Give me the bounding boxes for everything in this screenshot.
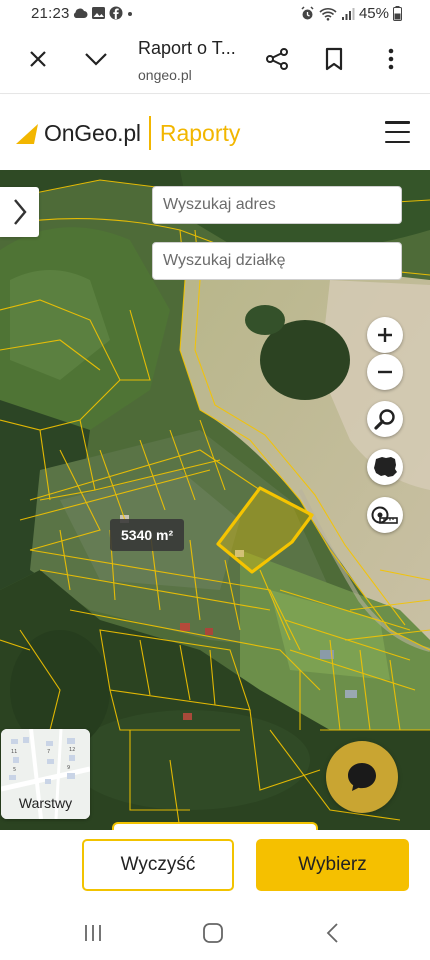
- browser-toolbar: Raport o T... ongeo.pl: [0, 28, 430, 94]
- battery-icon: [393, 6, 402, 21]
- country-view-button[interactable]: [367, 449, 403, 485]
- signal-icon: [341, 7, 355, 20]
- svg-text:5: 5: [13, 767, 16, 773]
- tab-title: Raport o T...: [138, 38, 236, 58]
- page-url[interactable]: ongeo.pl: [138, 67, 192, 83]
- logo-mark-icon: [16, 124, 38, 144]
- action-bar: Wyczyść Wybierz: [0, 830, 430, 905]
- svg-text:12: 12: [69, 747, 75, 753]
- layers-button[interactable]: 11 7 12 5 9 Warstwy: [1, 729, 90, 819]
- home-button[interactable]: [200, 921, 226, 945]
- status-time: 21:23: [31, 5, 70, 22]
- site-logo[interactable]: OnGeo.pl Raporty: [16, 113, 240, 153]
- chevron-down-icon: [85, 53, 107, 66]
- share-icon: [266, 48, 288, 70]
- logo-section: Raporty: [159, 119, 241, 146]
- layers-label: Warstwy: [18, 795, 73, 811]
- more-menu-button[interactable]: [376, 44, 406, 74]
- chat-bubble-icon: [348, 763, 376, 791]
- logo-divider: [148, 116, 151, 150]
- cloud-icon: [73, 8, 88, 19]
- wifi-icon: [319, 7, 337, 21]
- search-parcel-button[interactable]: [367, 401, 403, 437]
- close-icon: [30, 51, 46, 67]
- svg-text:11: 11: [11, 749, 17, 755]
- more-vertical-icon: [388, 48, 394, 70]
- recent-apps-button[interactable]: [80, 921, 106, 945]
- share-button[interactable]: [262, 44, 292, 74]
- back-button[interactable]: [320, 921, 346, 945]
- dot-icon: [128, 12, 132, 16]
- tab-menu-button[interactable]: [81, 44, 111, 74]
- zoom-in-button[interactable]: [367, 317, 403, 353]
- chevron-right-icon: [13, 199, 27, 225]
- close-tab-button[interactable]: [23, 44, 53, 74]
- home-icon: [203, 923, 223, 943]
- svg-text:9: 9: [67, 765, 70, 771]
- system-nav-bar: [0, 905, 430, 960]
- site-header: OnGeo.pl Raporty: [0, 95, 430, 170]
- choose-button[interactable]: Wybierz: [256, 839, 409, 891]
- bookmark-icon: [325, 47, 343, 71]
- poland-map-icon: [374, 457, 397, 477]
- hamburger-menu-icon[interactable]: [385, 121, 410, 143]
- zoom-in-icon: [378, 328, 392, 342]
- chat-button[interactable]: [326, 741, 398, 813]
- map-bottom-panel-edge: [112, 822, 318, 830]
- zoom-out-icon: [378, 370, 392, 374]
- battery-level: 45%: [358, 5, 389, 22]
- side-panel-toggle[interactable]: [0, 187, 39, 237]
- svg-text:7: 7: [47, 749, 50, 755]
- measure-button[interactable]: [367, 497, 403, 533]
- recent-apps-icon: [85, 925, 101, 941]
- zoom-out-button[interactable]: [367, 354, 403, 390]
- back-icon: [326, 923, 338, 943]
- alarm-icon: [301, 6, 314, 20]
- clear-button[interactable]: Wyczyść: [82, 839, 234, 891]
- logo-brand: OnGeo.pl: [44, 119, 141, 146]
- bookmark-button[interactable]: [319, 44, 349, 74]
- measure-tape-icon: [371, 506, 398, 524]
- search-address-input[interactable]: [152, 186, 402, 224]
- area-measurement-label: 5340 m²: [110, 519, 185, 551]
- map-view[interactable]: 5340 m² 11 7 12 5 9 Warstwy: [0, 170, 430, 830]
- image-icon: [92, 7, 105, 19]
- facebook-icon: [109, 6, 123, 20]
- search-parcel-input[interactable]: [152, 242, 402, 280]
- status-bar: 21:23 45%: [0, 0, 430, 28]
- magnifier-icon: [374, 409, 395, 430]
